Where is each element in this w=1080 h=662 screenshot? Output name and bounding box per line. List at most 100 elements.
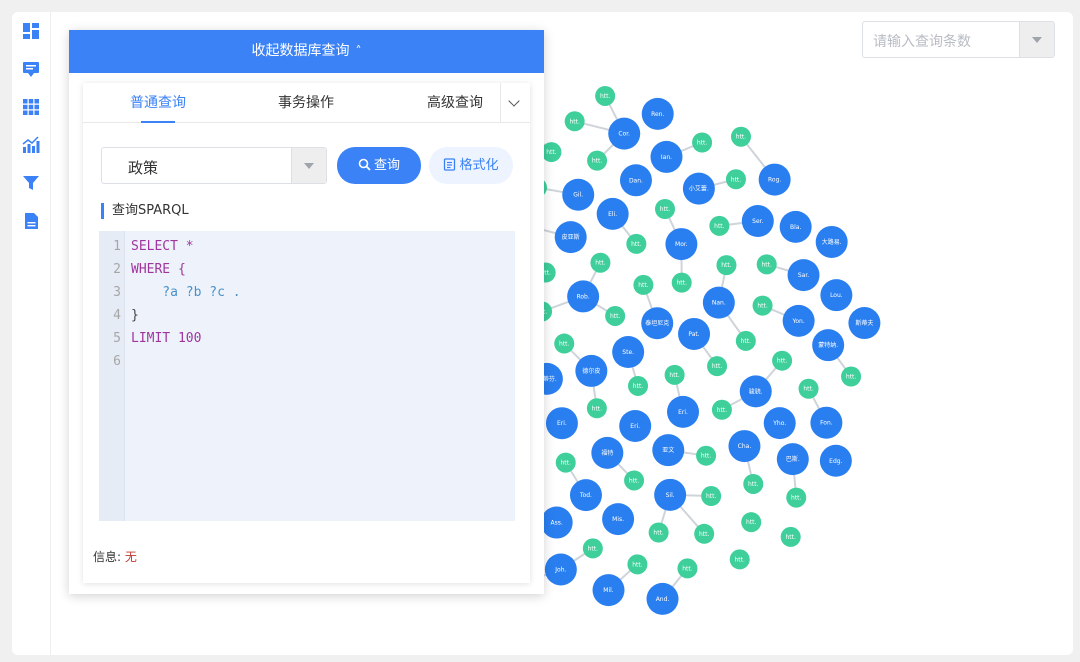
- literal-node[interactable]: htt.: [605, 305, 626, 326]
- entity-node[interactable]: Ste.: [612, 336, 645, 368]
- literal-node[interactable]: htt.: [587, 150, 608, 171]
- literal-node[interactable]: htt.: [780, 526, 801, 547]
- entity-node[interactable]: Yon.: [782, 304, 815, 337]
- entity-node[interactable]: Bla.: [779, 210, 812, 243]
- literal-node[interactable]: htt.: [756, 254, 777, 275]
- entity-node[interactable]: Eri.: [619, 409, 652, 442]
- chevron-down-icon[interactable]: [500, 83, 530, 123]
- entity-node[interactable]: Mil.: [592, 574, 625, 607]
- entity-node[interactable]: 小艾蕾.: [682, 172, 715, 205]
- literal-node[interactable]: htt.: [707, 356, 728, 377]
- literal-node[interactable]: htt.: [633, 274, 654, 295]
- tab-advanced-query[interactable]: 高级查询: [420, 83, 490, 123]
- database-select[interactable]: 政策: [101, 147, 327, 184]
- entity-node[interactable]: Eri.: [667, 395, 700, 428]
- literal-node[interactable]: htt.: [628, 375, 649, 396]
- literal-node[interactable]: htt.: [798, 378, 819, 399]
- entity-node[interactable]: Cor.: [608, 117, 641, 150]
- entity-node[interactable]: Tod.: [569, 479, 602, 512]
- entity-node[interactable]: 德尔皮: [575, 354, 608, 387]
- entity-node[interactable]: Eri.: [545, 407, 578, 440]
- entity-node[interactable]: Lou.: [820, 279, 853, 312]
- entity-node[interactable]: Dan.: [619, 164, 652, 197]
- literal-node[interactable]: htt.: [595, 85, 616, 106]
- entity-node[interactable]: Fon.: [810, 406, 843, 439]
- message-icon[interactable]: [22, 60, 40, 78]
- entity-node[interactable]: Pat.: [678, 317, 711, 350]
- entity-node[interactable]: 骏骁.: [739, 375, 772, 408]
- literal-node[interactable]: htt.: [541, 142, 562, 163]
- tab-normal-query[interactable]: 普通查询: [123, 83, 193, 123]
- entity-node[interactable]: 泰坦尼克: [641, 307, 674, 340]
- literal-node[interactable]: htt.: [741, 512, 762, 533]
- entity-node[interactable]: 福特: [591, 436, 624, 469]
- filter-icon[interactable]: [22, 174, 40, 192]
- literal-node[interactable]: htt.: [582, 538, 603, 559]
- entity-node[interactable]: Mis.: [602, 503, 635, 536]
- literal-node[interactable]: htt.: [772, 350, 793, 371]
- entity-node[interactable]: Mor.: [665, 228, 698, 261]
- literal-node[interactable]: htt.: [730, 126, 751, 147]
- entity-node[interactable]: 皮亚斯: [554, 221, 587, 254]
- literal-node[interactable]: htt.: [564, 111, 585, 132]
- literal-node[interactable]: htt.: [624, 470, 645, 491]
- entity-node[interactable]: 斯蒂夫: [848, 307, 881, 340]
- literal-node[interactable]: htt.: [743, 473, 764, 494]
- literal-node[interactable]: htt.: [555, 452, 576, 473]
- literal-node[interactable]: htt.: [711, 399, 732, 420]
- entity-node[interactable]: 蒙特纳.: [812, 329, 845, 362]
- entity-node[interactable]: Ser.: [741, 205, 774, 238]
- literal-node[interactable]: htt.: [696, 445, 717, 466]
- format-button[interactable]: 格式化: [429, 147, 513, 184]
- entity-node[interactable]: Ian.: [650, 140, 683, 173]
- entity-node[interactable]: Yho.: [763, 407, 796, 440]
- literal-node[interactable]: htt.: [716, 255, 737, 276]
- chevron-down-icon[interactable]: [1019, 22, 1054, 57]
- document-icon[interactable]: [22, 212, 40, 230]
- chevron-down-icon[interactable]: [291, 148, 326, 183]
- literal-node[interactable]: htt.: [586, 398, 607, 419]
- entity-node[interactable]: Gil.: [562, 178, 595, 211]
- entity-node[interactable]: Rob.: [567, 280, 600, 313]
- literal-node[interactable]: htt.: [627, 554, 648, 575]
- entity-node[interactable]: Joh.: [544, 553, 577, 586]
- entity-node[interactable]: Ren.: [641, 97, 674, 130]
- literal-node[interactable]: htt.: [786, 487, 807, 508]
- literal-node[interactable]: htt.: [648, 522, 669, 543]
- entity-node[interactable]: Rog.: [758, 163, 791, 196]
- chart-icon[interactable]: [22, 136, 40, 154]
- entity-node[interactable]: And.: [646, 582, 679, 615]
- literal-node[interactable]: htt.: [692, 132, 713, 153]
- entity-node[interactable]: Eli.: [596, 197, 629, 230]
- entity-node[interactable]: 巴斯.: [776, 443, 809, 476]
- literal-node[interactable]: htt.: [729, 549, 750, 570]
- literal-node[interactable]: htt.: [664, 364, 685, 385]
- literal-node[interactable]: htt.: [694, 523, 715, 544]
- query-button[interactable]: 查询: [337, 147, 421, 184]
- literal-node[interactable]: htt.: [671, 272, 692, 293]
- entity-node[interactable]: Cha.: [728, 430, 761, 463]
- literal-node[interactable]: htt.: [752, 295, 773, 316]
- entity-node[interactable]: 大路易.: [815, 225, 848, 258]
- literal-node[interactable]: htt.: [841, 366, 862, 387]
- literal-node[interactable]: htt.: [701, 486, 722, 507]
- entity-node[interactable]: 亚文: [652, 434, 685, 467]
- entity-node[interactable]: Edg.: [819, 444, 852, 477]
- literal-node[interactable]: htt.: [554, 333, 575, 354]
- entity-node[interactable]: Sil.: [654, 478, 687, 511]
- literal-node[interactable]: htt.: [677, 558, 698, 579]
- entity-node[interactable]: Sar.: [787, 259, 820, 292]
- literal-node[interactable]: htt.: [590, 252, 611, 273]
- literal-node[interactable]: htt.: [626, 233, 647, 254]
- grid-icon[interactable]: [22, 98, 40, 116]
- literal-node[interactable]: htt.: [725, 169, 746, 190]
- literal-node[interactable]: htt.: [655, 199, 676, 220]
- entity-node[interactable]: Nan.: [702, 286, 735, 319]
- sparql-editor[interactable]: 1 2 3 4 5 6 SELECT * WHERE { ?a ?b ?c . …: [99, 231, 515, 521]
- dashboard-icon[interactable]: [22, 22, 40, 40]
- collapse-panel-button[interactable]: 收起数据库查询 ˄: [69, 30, 544, 73]
- entity-node[interactable]: Ass.: [540, 506, 573, 539]
- tab-transaction[interactable]: 事务操作: [271, 83, 341, 123]
- literal-node[interactable]: htt.: [735, 330, 756, 351]
- literal-node[interactable]: htt.: [709, 215, 730, 236]
